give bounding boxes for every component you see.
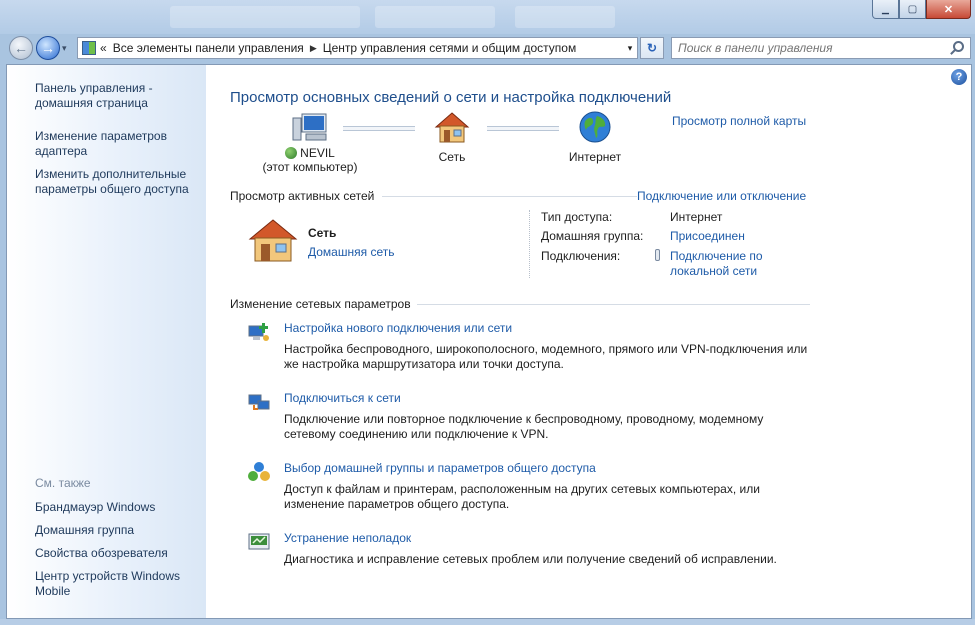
network-status-icon (285, 147, 298, 159)
back-arrow-icon: ← (14, 40, 28, 56)
address-bar[interactable]: « Все элементы панели управления ▶ Центр… (77, 37, 638, 59)
minimize-button[interactable]: ▁ (872, 0, 899, 19)
sidebar-link-homegroup[interactable]: Домашняя группа (35, 523, 200, 538)
sidebar-link-home[interactable]: Панель управления - домашняя страница (35, 81, 200, 111)
page-title: Просмотр основных сведений о сети и наст… (230, 89, 672, 106)
task-title-homegroup-sharing[interactable]: Выбор домашней группы и параметров общег… (284, 461, 596, 475)
home-network-icon[interactable] (247, 217, 299, 265)
connect-network-icon[interactable] (247, 391, 271, 413)
refresh-icon: ↻ (646, 41, 658, 55)
task-title-troubleshoot[interactable]: Устранение неполадок (284, 531, 411, 545)
forward-button[interactable]: → (36, 36, 60, 60)
connect-disconnect-link[interactable]: Подключение или отключение (637, 189, 806, 203)
chevron-down-icon: ▾ (62, 43, 67, 53)
homegroup-icon[interactable] (247, 461, 271, 483)
task-description: Настройка беспроводного, широкополосного… (284, 342, 808, 371)
computer-subtitle: (этот компьютер) (262, 160, 358, 174)
refresh-button[interactable]: ↻ (640, 37, 664, 59)
map-node-computer[interactable]: NEVIL (этот компьютер) (255, 110, 365, 174)
full-map-link[interactable]: Просмотр полной карты (672, 114, 806, 128)
map-connector-line (487, 126, 559, 131)
help-icon: ? (955, 71, 963, 83)
minimize-icon: ▁ (882, 3, 889, 14)
window-controls: ▁ ▢ ✕ (872, 0, 971, 19)
sidebar: Панель управления - домашняя страница Из… (7, 65, 206, 618)
section-divider (382, 196, 637, 197)
forward-arrow-icon: → (41, 40, 55, 56)
background-window-ghost (375, 6, 495, 28)
internet-label: Интернет (568, 150, 622, 164)
map-node-network[interactable]: Сеть (412, 110, 492, 164)
map-connector-line (343, 126, 415, 131)
help-button[interactable]: ? (951, 69, 967, 85)
access-type-value: Интернет (670, 210, 723, 224)
see-also-heading: См. также (35, 476, 91, 490)
recent-pages-button[interactable]: ▾ (62, 43, 67, 54)
control-panel-icon (82, 41, 96, 55)
sidebar-link-adapter-settings[interactable]: Изменение параметров адаптера (35, 129, 200, 159)
window-title-bar: ▁ ▢ ✕ (0, 0, 975, 34)
network-type-link[interactable]: Домашняя сеть (308, 245, 394, 259)
access-type-label: Тип доступа: (541, 210, 613, 224)
task-description: Доступ к файлам и принтерам, расположенн… (284, 482, 760, 511)
sidebar-link-sharing-settings[interactable]: Изменить дополнительные параметры общего… (35, 167, 200, 197)
navigation-bar: ← → ▾ « Все элементы панели управления ▶… (0, 34, 975, 60)
maximize-icon: ▢ (907, 3, 918, 15)
computer-icon (292, 113, 327, 141)
close-icon: ✕ (943, 3, 954, 16)
task-description: Диагностика и исправление сетевых пробле… (284, 552, 777, 566)
active-networks-heading: Просмотр активных сетей (230, 189, 375, 203)
computer-name: NEVIL (300, 146, 335, 160)
homegroup-label: Домашняя группа: (541, 229, 644, 243)
troubleshoot-icon[interactable] (247, 531, 271, 553)
computer-name-row: NEVIL (255, 146, 365, 160)
content-pane: Панель управления - домашняя страница Из… (6, 64, 972, 619)
breadcrumb-all-items[interactable]: Все элементы панели управления (113, 41, 304, 55)
map-node-internet[interactable]: Интернет (555, 110, 635, 164)
background-window-ghost (515, 6, 615, 28)
sidebar-link-mobile-device-center[interactable]: Центр устройств Windows Mobile (35, 569, 200, 599)
task-title-new-connection[interactable]: Настройка нового подключения или сети (284, 321, 512, 335)
search-input[interactable] (678, 41, 948, 55)
homegroup-link[interactable]: Присоединен (670, 229, 745, 243)
new-connection-icon[interactable] (247, 321, 271, 343)
maximize-button[interactable]: ▢ (899, 0, 926, 19)
ethernet-plug-icon (655, 249, 660, 261)
sidebar-link-firewall[interactable]: Брандмауэр Windows (35, 500, 200, 515)
lan-connection-link[interactable]: Подключение по локальной сети (670, 249, 780, 279)
background-window-ghost (170, 6, 360, 28)
active-network-name: Сеть (308, 226, 337, 240)
globe-icon (579, 111, 611, 143)
search-icon[interactable] (953, 41, 964, 52)
breadcrumb-separator-icon[interactable]: ▶ (310, 43, 317, 54)
section-divider (417, 304, 810, 305)
change-settings-heading: Изменение сетевых параметров (230, 297, 411, 311)
vertical-divider (529, 210, 530, 278)
breadcrumb-overflow[interactable]: « (100, 41, 107, 55)
breadcrumb-network-center[interactable]: Центр управления сетями и общим доступом (323, 41, 577, 55)
address-dropdown-icon[interactable]: ▾ (623, 43, 637, 54)
window-bottom-frame (0, 619, 975, 625)
search-box (671, 37, 971, 59)
connections-label: Подключения: (541, 249, 621, 263)
sidebar-link-internet-options[interactable]: Свойства обозревателя (35, 546, 200, 561)
task-title-connect-network[interactable]: Подключиться к сети (284, 391, 401, 405)
network-label: Сеть (438, 150, 466, 164)
task-description: Подключение или повторное подключение к … (284, 412, 764, 441)
house-icon (434, 112, 470, 143)
back-button[interactable]: ← (9, 36, 33, 60)
close-button[interactable]: ✕ (926, 0, 971, 19)
